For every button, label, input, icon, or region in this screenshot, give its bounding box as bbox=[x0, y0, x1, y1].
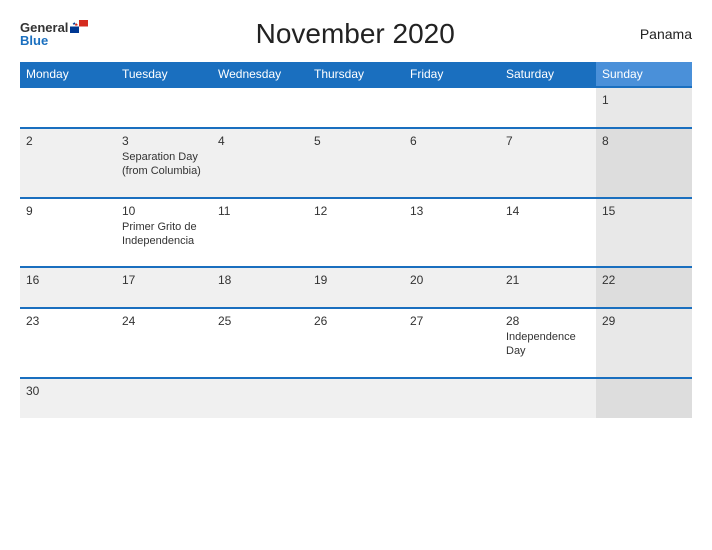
day-number: 28 bbox=[506, 314, 590, 328]
day-number: 7 bbox=[506, 134, 590, 148]
day-number: 29 bbox=[602, 314, 686, 328]
day-number: 17 bbox=[122, 273, 206, 287]
calendar-day bbox=[500, 87, 596, 128]
calendar-day: 27 bbox=[404, 308, 500, 378]
calendar-day: 9 bbox=[20, 198, 116, 268]
calendar-day: 2 bbox=[20, 128, 116, 198]
calendar-day: 13 bbox=[404, 198, 500, 268]
calendar-day: 4 bbox=[212, 128, 308, 198]
calendar-day bbox=[212, 378, 308, 418]
day-number: 30 bbox=[26, 384, 110, 398]
calendar-day bbox=[20, 87, 116, 128]
calendar-day: 12 bbox=[308, 198, 404, 268]
day-number: 19 bbox=[314, 273, 398, 287]
calendar-day: 10 Primer Grito de Independencia bbox=[116, 198, 212, 268]
calendar-day: 22 bbox=[596, 267, 692, 308]
calendar-header-row: Monday Tuesday Wednesday Thursday Friday… bbox=[20, 62, 692, 87]
calendar-week-row: 23 24 25 26 27 28 Independence Day 29 bbox=[20, 308, 692, 378]
day-number: 18 bbox=[218, 273, 302, 287]
page-title: November 2020 bbox=[88, 18, 622, 50]
calendar-day: 7 bbox=[500, 128, 596, 198]
calendar-week-row: 9 10 Primer Grito de Independencia 11 12 13 14… bbox=[20, 198, 692, 268]
day-number: 3 bbox=[122, 134, 206, 148]
day-number: 21 bbox=[506, 273, 590, 287]
calendar-week-row: 16 17 18 19 20 21 22 bbox=[20, 267, 692, 308]
calendar-day: 18 bbox=[212, 267, 308, 308]
day-number: 27 bbox=[410, 314, 494, 328]
calendar-day bbox=[596, 378, 692, 418]
col-wednesday: Wednesday bbox=[212, 62, 308, 87]
day-number: 20 bbox=[410, 273, 494, 287]
col-sunday: Sunday bbox=[596, 62, 692, 87]
calendar-day: 5 bbox=[308, 128, 404, 198]
calendar-day bbox=[404, 378, 500, 418]
calendar-day: 21 bbox=[500, 267, 596, 308]
calendar-day bbox=[116, 378, 212, 418]
calendar-day bbox=[308, 87, 404, 128]
day-number: 16 bbox=[26, 273, 110, 287]
calendar-day bbox=[212, 87, 308, 128]
logo: General Blue bbox=[20, 21, 88, 47]
col-monday: Monday bbox=[20, 62, 116, 87]
calendar-day: 6 bbox=[404, 128, 500, 198]
calendar-day: 20 bbox=[404, 267, 500, 308]
calendar-day: 30 bbox=[20, 378, 116, 418]
calendar-day: 16 bbox=[20, 267, 116, 308]
calendar-day: 23 bbox=[20, 308, 116, 378]
holiday-label: Primer Grito de Independencia bbox=[122, 220, 206, 249]
day-number: 6 bbox=[410, 134, 494, 148]
calendar-day: 19 bbox=[308, 267, 404, 308]
col-friday: Friday bbox=[404, 62, 500, 87]
calendar-page: General Blue November 2020 Panama Monday… bbox=[0, 0, 712, 550]
day-number: 10 bbox=[122, 204, 206, 218]
day-number: 25 bbox=[218, 314, 302, 328]
logo-blue-text: Blue bbox=[20, 34, 48, 47]
day-number: 9 bbox=[26, 204, 110, 218]
country-label: Panama bbox=[622, 26, 692, 42]
calendar-week-row: 30 bbox=[20, 378, 692, 418]
day-number: 23 bbox=[26, 314, 110, 328]
day-number: 13 bbox=[410, 204, 494, 218]
calendar-day bbox=[404, 87, 500, 128]
day-number: 8 bbox=[602, 134, 686, 148]
calendar-week-row: 23 Separation Day (from Columbia) 45678 bbox=[20, 128, 692, 198]
calendar-day: 28 Independence Day bbox=[500, 308, 596, 378]
holiday-label: Separation Day (from Columbia) bbox=[122, 150, 206, 179]
calendar-day: 1 bbox=[596, 87, 692, 128]
calendar-day: 15 bbox=[596, 198, 692, 268]
col-tuesday: Tuesday bbox=[116, 62, 212, 87]
day-number: 24 bbox=[122, 314, 206, 328]
day-number: 22 bbox=[602, 273, 686, 287]
col-thursday: Thursday bbox=[308, 62, 404, 87]
holiday-label: Independence Day bbox=[506, 330, 590, 359]
day-number: 4 bbox=[218, 134, 302, 148]
day-number: 2 bbox=[26, 134, 110, 148]
day-number: 26 bbox=[314, 314, 398, 328]
day-number: 15 bbox=[602, 204, 686, 218]
logo-flag-icon bbox=[70, 20, 88, 33]
calendar-day: 14 bbox=[500, 198, 596, 268]
calendar-day bbox=[116, 87, 212, 128]
calendar-day: 24 bbox=[116, 308, 212, 378]
calendar-week-row: 1 bbox=[20, 87, 692, 128]
day-number: 14 bbox=[506, 204, 590, 218]
calendar-day: 11 bbox=[212, 198, 308, 268]
col-saturday: Saturday bbox=[500, 62, 596, 87]
day-number: 1 bbox=[602, 93, 686, 107]
calendar-day: 17 bbox=[116, 267, 212, 308]
calendar-day bbox=[500, 378, 596, 418]
calendar-day: 25 bbox=[212, 308, 308, 378]
calendar-day: 26 bbox=[308, 308, 404, 378]
header: General Blue November 2020 Panama bbox=[20, 18, 692, 50]
calendar-day: 29 bbox=[596, 308, 692, 378]
calendar-table: Monday Tuesday Wednesday Thursday Friday… bbox=[20, 62, 692, 418]
day-number: 12 bbox=[314, 204, 398, 218]
day-number: 11 bbox=[218, 204, 302, 218]
calendar-day: 3 Separation Day (from Columbia) bbox=[116, 128, 212, 198]
calendar-day bbox=[308, 378, 404, 418]
calendar-day: 8 bbox=[596, 128, 692, 198]
day-number: 5 bbox=[314, 134, 398, 148]
